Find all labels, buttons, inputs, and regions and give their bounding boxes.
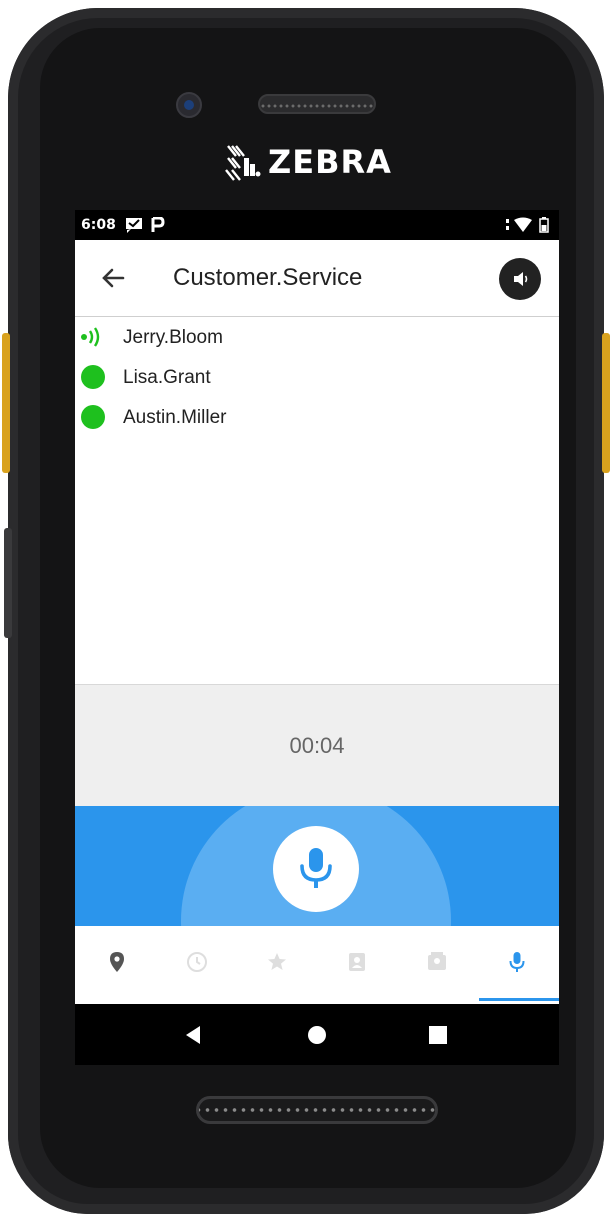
history-icon <box>187 952 207 972</box>
bottom-speaker-grill <box>196 1096 438 1124</box>
brand-logo: ZEBRA <box>222 140 422 184</box>
member-name: Lisa.Grant <box>123 367 211 388</box>
status-time: 6:08 <box>81 217 116 233</box>
system-nav-bar <box>75 1004 559 1065</box>
list-item[interactable]: Jerry.Bloom <box>75 317 559 357</box>
message-icon <box>126 218 142 233</box>
member-name: Austin.Miller <box>123 407 227 428</box>
app-bar: Customer.Service <box>75 240 559 317</box>
tab-location[interactable] <box>87 944 147 984</box>
location-pin-icon <box>110 952 124 972</box>
push-to-talk-button[interactable] <box>273 826 359 912</box>
parking-icon <box>151 217 165 232</box>
zebra-logo-icon <box>225 145 261 181</box>
star-icon <box>268 953 286 970</box>
tab-push-to-talk[interactable] <box>487 944 547 984</box>
tab-bar <box>75 926 559 1004</box>
home-circle-icon[interactable] <box>304 1022 330 1048</box>
contacts-icon <box>349 953 365 971</box>
recents-square-icon[interactable] <box>425 1022 451 1048</box>
status-bar: 6:08 <box>75 210 559 240</box>
tab-groups[interactable] <box>407 944 467 984</box>
wifi-icon <box>514 217 532 232</box>
call-timer: 00:04 <box>289 733 345 758</box>
microphone-icon <box>509 952 525 972</box>
member-name: Jerry.Bloom <box>123 327 223 348</box>
earpiece-speaker <box>258 94 376 114</box>
active-tab-indicator <box>479 998 559 1001</box>
groups-icon <box>428 952 446 970</box>
back-triangle-icon[interactable] <box>181 1022 207 1048</box>
arrow-left-icon[interactable] <box>97 262 129 294</box>
microphone-icon <box>300 848 332 888</box>
page-title: Customer.Service <box>173 264 363 291</box>
left-volume-button <box>4 528 12 638</box>
tab-history[interactable] <box>167 944 227 984</box>
push-to-talk-area <box>75 806 559 926</box>
list-item[interactable]: Lisa.Grant <box>75 357 559 397</box>
online-status-icon <box>81 405 105 429</box>
call-timer-area: 00:04 <box>75 684 559 807</box>
online-status-icon <box>81 365 105 389</box>
device-screen: 6:08 Customer.Service Jerry.Bloom Lisa.G… <box>75 210 559 1065</box>
list-item[interactable]: Austin.Miller <box>75 397 559 437</box>
speaker-icon <box>514 272 528 286</box>
tab-contacts[interactable] <box>327 944 387 984</box>
brand-name: ZEBRA <box>268 143 392 181</box>
left-side-button <box>2 333 10 473</box>
speaker-button[interactable] <box>499 258 541 300</box>
member-list: Jerry.Bloom Lisa.Grant Austin.Miller <box>75 317 559 437</box>
front-camera <box>176 92 202 118</box>
right-side-button <box>602 333 610 473</box>
tab-favorites[interactable] <box>247 944 307 984</box>
signal-icon <box>506 219 509 230</box>
talking-indicator-icon <box>81 327 100 347</box>
battery-icon <box>539 217 549 233</box>
